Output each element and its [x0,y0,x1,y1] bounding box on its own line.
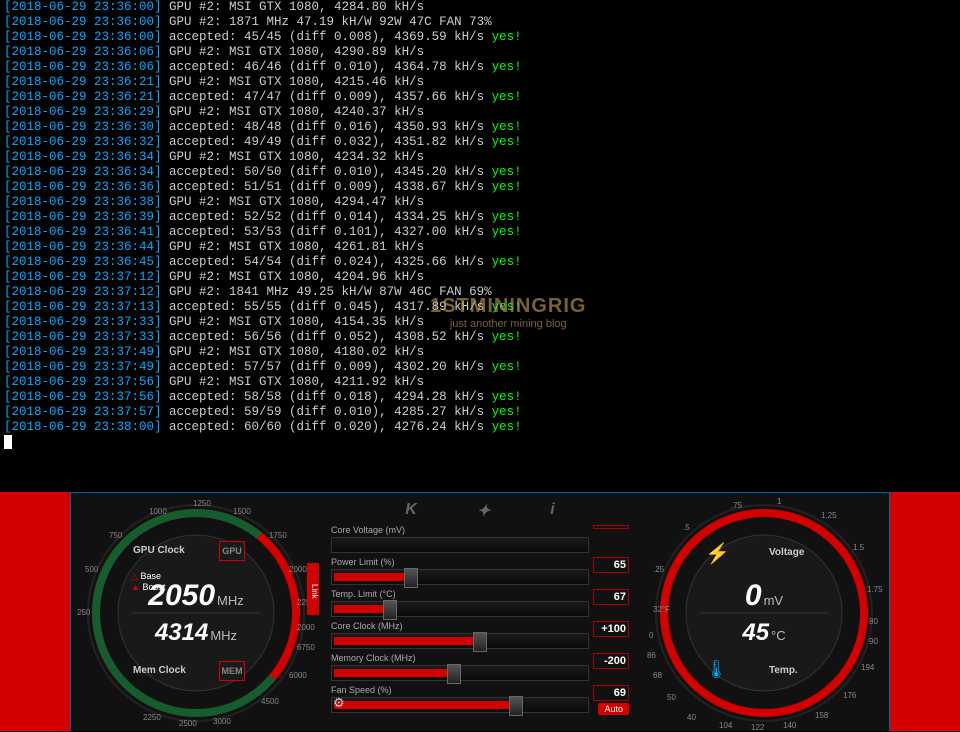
gear-icon[interactable]: ⚙ [333,695,345,711]
thermometer-icon: 🌡 [705,659,728,681]
gpu-icon[interactable]: GPU [219,541,245,561]
core-clock-row: Core Clock (MHz) +100 [331,621,629,649]
temp-limit-slider[interactable] [331,601,589,617]
bolt-icon: ⚡ [705,541,730,567]
link-button[interactable]: Link [307,563,319,615]
gutter-left [0,492,70,731]
gutter-right [890,492,960,731]
temp-value: 45°C [742,619,785,647]
fan-speed-row: Fan Speed (%) 69 ⚙ Auto [331,685,629,713]
gpu-clock-value: 2050MHz [148,579,243,613]
memory-clock-row: Memory Clock (MHz) -200 [331,653,629,681]
power-limit-row: Power Limit (%) 65 [331,557,629,585]
tab-k-icon[interactable]: K [405,501,417,521]
power-limit-slider[interactable] [331,569,589,585]
temp-limit-value[interactable]: 67 [593,589,629,605]
voltage-temp-gauge: ⚡ Voltage 0mV 45°C 🌡 Temp. 32°F .25 .5 .… [639,493,889,732]
gpu-clock-label: GPU Clock [133,545,185,556]
core-voltage-row: Core Voltage (mV) [331,525,629,553]
mem-icon[interactable]: MEM [219,661,245,681]
voltage-label: Voltage [769,547,804,558]
mem-clock-label: Mem Clock [133,665,186,676]
memory-clock-value[interactable]: -200 [593,653,629,669]
temp-limit-row: Temp. Limit (°C) 67 [331,589,629,617]
tab-icons: K ✦ i [331,501,629,521]
afterburner-panel: GPU Clock GPU △ Base ▲ Boost 2050MHz 431… [0,492,960,731]
temp-label: Temp. [769,665,798,676]
power-limit-value[interactable]: 65 [593,557,629,573]
core-voltage-value[interactable] [593,525,629,529]
fan-auto-button[interactable]: Auto [598,703,629,715]
core-voltage-slider[interactable] [331,537,589,553]
memory-clock-slider[interactable] [331,665,589,681]
fan-speed-slider[interactable] [331,697,589,713]
fan-speed-value[interactable]: 69 [593,685,629,701]
tab-info-icon[interactable]: i [550,501,554,521]
gpu-clock-gauge: GPU Clock GPU △ Base ▲ Boost 2050MHz 431… [71,493,321,732]
voltage-value: 0mV [742,579,785,613]
core-clock-value[interactable]: +100 [593,621,629,637]
core-clock-slider[interactable] [331,633,589,649]
slider-panel: K ✦ i Link Core Voltage (mV) Power Limit… [321,493,639,731]
terminal-output: [2018-06-29 23:36:00] GPU #2: MSI GTX 10… [0,0,960,492]
tab-monitor-icon[interactable]: ✦ [477,501,490,521]
mem-clock-value: 4314MHz [148,619,243,647]
